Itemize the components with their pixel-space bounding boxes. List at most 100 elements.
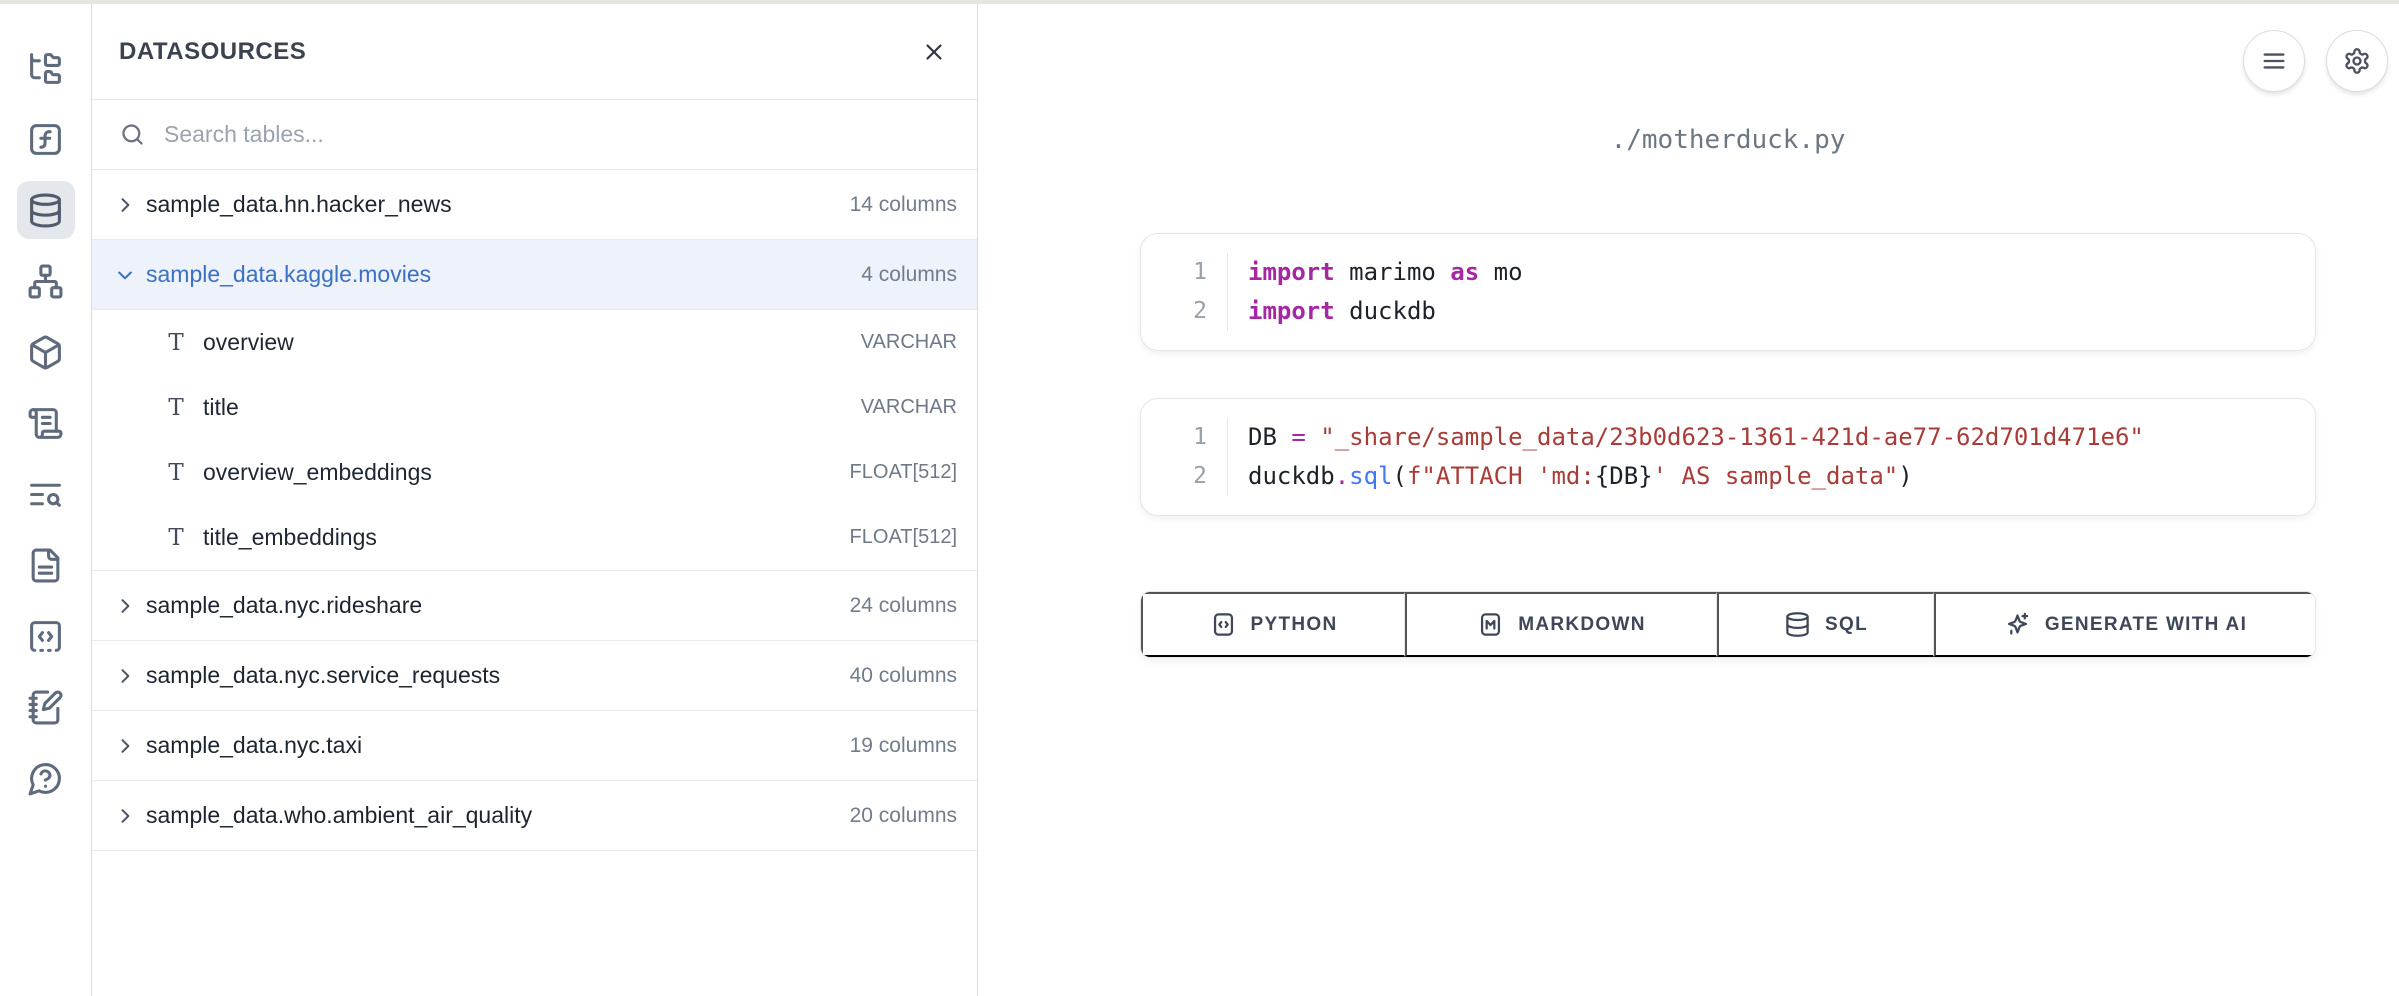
add-markdown-cell-button[interactable]: MARKDOWN: [1405, 592, 1717, 657]
column-type: FLOAT[512]: [850, 526, 957, 549]
rail-item-logs[interactable]: [17, 394, 75, 452]
table-name: sample_data.hn.hacker_news: [146, 191, 452, 218]
table-name: sample_data.nyc.taxi: [146, 732, 362, 759]
table-row[interactable]: sample_data.who.ambient_air_quality20 co…: [92, 781, 977, 851]
database-icon: [1784, 611, 1811, 638]
notebook-menu-button[interactable]: [2243, 30, 2305, 92]
chevron-right-icon: [115, 195, 135, 215]
chevron-right-icon: [115, 806, 135, 826]
add-cell-bar: PYTHONMARKDOWNSQL GENERATE WITH AI: [1140, 591, 2316, 658]
code-token: import: [1248, 258, 1335, 286]
cell-editor[interactable]: DB = "_share/sample_data/23b0d623-1361-4…: [1227, 418, 2315, 496]
sparkles-icon: [2004, 611, 2031, 638]
rail-item-functions[interactable]: [17, 110, 75, 168]
column-type: FLOAT[512]: [850, 461, 957, 484]
code-token: f"ATTACH 'md:: [1407, 462, 1595, 490]
code-token: duckdb: [1248, 462, 1335, 490]
rail-item-packages[interactable]: [17, 323, 75, 381]
rail-item-snippets[interactable]: [17, 607, 75, 665]
text-search-icon: [27, 476, 64, 513]
text-type-icon: T: [165, 330, 187, 356]
network-icon: [27, 263, 64, 300]
column-name: title: [203, 394, 239, 421]
table-row[interactable]: sample_data.nyc.service_requests40 colum…: [92, 641, 977, 711]
column-row[interactable]: Toverview_embeddings FLOAT[512]: [92, 440, 977, 505]
add-sql-cell-button[interactable]: SQL: [1717, 592, 1934, 657]
table-name: sample_data.kaggle.movies: [146, 261, 431, 288]
code-cell[interactable]: 12import marimo as moimport duckdb: [1140, 233, 2316, 351]
code-token: (: [1393, 462, 1407, 490]
table-column-count: 24 columns: [850, 594, 957, 618]
scroll-text-icon: [27, 405, 64, 442]
close-panel-button[interactable]: [921, 39, 947, 65]
rail-item-datasources[interactable]: [17, 181, 75, 239]
box-icon: [27, 334, 64, 371]
column-row[interactable]: Ttitle VARCHAR: [92, 375, 977, 440]
code-square-icon: [1210, 611, 1237, 638]
text-type-icon: T: [165, 395, 187, 421]
line-number: 2: [1141, 292, 1207, 331]
code-square-dashed-icon: [27, 618, 64, 655]
text-type-icon: T: [165, 525, 187, 551]
chevron: [115, 195, 135, 215]
table-row[interactable]: sample_data.nyc.rideshare 24 columns: [92, 571, 977, 641]
datasources-panel: DATASOURCES sample_data.hn.hacker_news14…: [92, 4, 978, 996]
chevron: [115, 666, 135, 686]
column-name: overview_embeddings: [203, 459, 432, 486]
close-icon: [921, 39, 947, 65]
chevron-right-icon: [115, 736, 135, 756]
tables-list: sample_data.hn.hacker_news14 columnssamp…: [92, 170, 977, 851]
chevron: [115, 736, 135, 756]
database-icon: [27, 192, 64, 229]
text-type-icon: T: [165, 460, 187, 486]
search-tables-input[interactable]: [164, 121, 957, 148]
code-line: duckdb.sql(f"ATTACH 'md:{DB}' AS sample_…: [1248, 457, 2315, 496]
rail-item-help-chat[interactable]: [17, 749, 75, 807]
cell-editor[interactable]: import marimo as moimport duckdb: [1227, 253, 2315, 331]
panel-title: DATASOURCES: [119, 38, 306, 66]
marimo-app-window: DATASOURCES sample_data.hn.hacker_news14…: [0, 0, 2399, 996]
rail-item-dependency-graph[interactable]: [17, 252, 75, 310]
table-row[interactable]: sample_data.hn.hacker_news14 columns: [92, 170, 977, 240]
notebook-pen-icon: [27, 689, 64, 726]
table-column-count: 20 columns: [850, 804, 957, 828]
chevron-right-icon: [115, 596, 135, 616]
markdown-icon: [1477, 611, 1504, 638]
add-cell-label: GENERATE WITH AI: [2045, 614, 2247, 636]
table-name: sample_data.nyc.rideshare: [146, 592, 422, 619]
column-type: VARCHAR: [861, 396, 957, 419]
chevron: [115, 806, 135, 826]
code-token: import: [1248, 297, 1335, 325]
column-type: VARCHAR: [861, 331, 957, 354]
code-token: sql: [1349, 462, 1392, 490]
code-line: import marimo as mo: [1248, 253, 2315, 292]
rail-item-file-explorer[interactable]: [17, 39, 75, 97]
line-numbers: 12: [1141, 253, 1227, 331]
code-cell[interactable]: 12DB = "_share/sample_data/23b0d623-1361…: [1140, 398, 2316, 516]
rail-item-documentation[interactable]: [17, 536, 75, 594]
table-column-count: 4 columns: [861, 263, 957, 287]
datasources-panel-header: DATASOURCES: [92, 4, 977, 100]
rail-item-scratchpad[interactable]: [17, 678, 75, 736]
column-row[interactable]: Ttitle_embeddingsFLOAT[512]: [92, 505, 977, 570]
search-icon: [119, 121, 146, 148]
code-token: marimo: [1335, 258, 1451, 286]
generate-with-ai-button[interactable]: GENERATE WITH AI: [1934, 592, 2315, 657]
message-question-icon: [27, 760, 64, 797]
code-token: ' AS sample_data": [1653, 462, 1899, 490]
helper-panel-rail: [0, 4, 92, 996]
rail-item-search[interactable]: [17, 465, 75, 523]
code-token: "_share/sample_data/23b0d623-1361-421d-a…: [1320, 423, 2144, 451]
settings-button[interactable]: [2326, 30, 2388, 92]
table-row[interactable]: sample_data.nyc.taxi19 columns: [92, 711, 977, 781]
code-token: .: [1335, 462, 1349, 490]
notebook-filename: ./motherduck.py: [1140, 125, 2316, 155]
table-row[interactable]: sample_data.kaggle.movies 4 columns: [92, 240, 977, 310]
add-python-cell-button[interactable]: PYTHON: [1141, 592, 1405, 657]
column-row[interactable]: Toverview VARCHAR: [92, 310, 977, 375]
function-square-icon: [27, 121, 64, 158]
column-name: overview: [203, 329, 294, 356]
code-line: DB = "_share/sample_data/23b0d623-1361-4…: [1248, 418, 2315, 457]
line-number: 1: [1141, 253, 1207, 292]
code-token: ): [1898, 462, 1912, 490]
